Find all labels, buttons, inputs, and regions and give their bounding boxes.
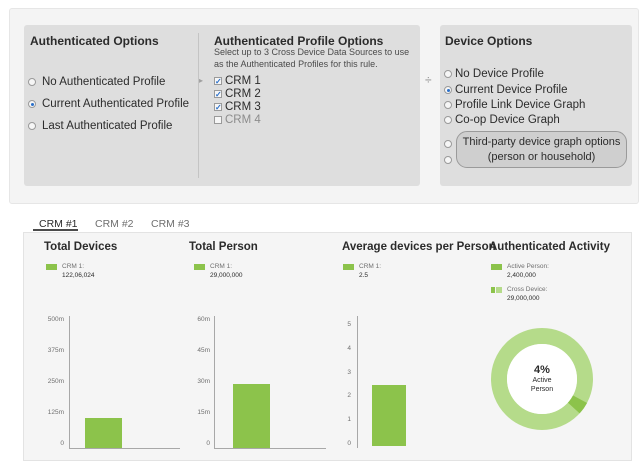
device-option-label: Co-op Device Graph <box>455 114 560 126</box>
auth-option-label: Current Authenticated Profile <box>42 98 190 110</box>
donut-center-label: 4% Active Person <box>516 364 568 394</box>
profile-option-crm1[interactable]: ✓ CRM 1 <box>214 75 274 88</box>
legend-value: 29,000,000 <box>210 272 243 279</box>
tab-crm2[interactable]: CRM #2 <box>95 218 134 230</box>
legend-label: CRM 1: <box>62 263 85 270</box>
chart-title-total-person: Total Person <box>189 241 258 253</box>
device-option-coop[interactable]: Co-op Device Graph <box>444 114 624 128</box>
donut-center-value: 4% <box>534 364 550 376</box>
radio-icon[interactable] <box>444 156 452 164</box>
profile-option-crm2[interactable]: ✓ CRM 2 <box>214 88 274 101</box>
y-tick-label: 45m <box>197 347 210 354</box>
legend-value: 2.5 <box>359 272 369 279</box>
arrow-right-icon: ▸ <box>199 76 204 85</box>
y-tick-label: 1 <box>347 416 351 424</box>
checkbox-checked-icon[interactable]: ✓ <box>214 77 222 86</box>
third-party-line2: (person or household) <box>487 151 596 163</box>
checkbox-checked-icon[interactable]: ✓ <box>214 103 222 112</box>
y-axis <box>214 316 215 448</box>
tab-crm3[interactable]: CRM #3 <box>151 218 190 230</box>
y-tick-label: 500m <box>47 316 64 323</box>
profile-option-label: CRM 4 <box>225 114 261 126</box>
checkbox-icon[interactable] <box>214 116 222 124</box>
y-tick-label: 0 <box>206 440 210 447</box>
y-tick-label: 15m <box>197 409 210 416</box>
legend-value: 2,400,000 <box>507 272 536 279</box>
y-tick-label: 0 <box>60 440 64 447</box>
chart-title-authenticated-activity: Authenticated Activity <box>489 241 610 253</box>
divide-icon: ÷ <box>425 73 432 87</box>
auth-option-last-profile[interactable]: Last Authenticated Profile <box>28 120 218 134</box>
legend-swatch <box>46 264 57 270</box>
y-tick-label: 375m <box>47 347 64 354</box>
device-option-profile-link[interactable]: Profile Link Device Graph <box>444 99 624 113</box>
y-axis <box>69 316 70 448</box>
active-tab-indicator <box>33 229 78 231</box>
device-option-current-profile[interactable]: Current Device Profile <box>444 84 624 98</box>
radio-icon[interactable] <box>28 78 36 86</box>
legend-label: CRM 1: <box>359 263 382 270</box>
y-tick-label: 2 <box>347 392 351 400</box>
chart-title-total-devices: Total Devices <box>44 241 118 253</box>
legend-label: Cross Device: <box>507 286 548 293</box>
radio-icon[interactable] <box>28 122 36 130</box>
y-tick-label: 250m <box>47 378 64 385</box>
legend-value: 29,000,000 <box>507 295 540 302</box>
device-options-title: Device Options <box>445 34 533 48</box>
radio-selected-icon[interactable] <box>444 86 452 94</box>
legend-label: CRM 1: <box>210 263 233 270</box>
authenticated-options-title: Authenticated Options <box>30 34 159 48</box>
auth-option-current-profile[interactable]: Current Authenticated Profile <box>28 98 218 112</box>
y-tick-label: 30m <box>197 378 210 385</box>
y-tick-label: 60m <box>197 316 210 323</box>
radio-icon[interactable] <box>444 101 452 109</box>
profile-options-description: Select up to 3 Cross Device Data Sources… <box>214 47 410 69</box>
device-option-label: No Device Profile <box>455 68 544 80</box>
donut-center-label-line2: Person <box>530 386 554 393</box>
device-option-label: Current Device Profile <box>455 84 568 96</box>
third-party-line1: Third-party device graph options <box>462 136 621 148</box>
radio-icon[interactable] <box>444 70 452 78</box>
legend-swatch-active-person <box>491 264 502 270</box>
x-axis <box>214 448 326 449</box>
device-option-label: Profile Link Device Graph <box>455 99 586 111</box>
profile-option-label: CRM 2 <box>225 88 261 100</box>
legend-label: Active Person: <box>507 263 549 270</box>
legend-swatch <box>343 264 354 270</box>
profile-option-label: CRM 3 <box>225 101 261 113</box>
auth-option-no-profile[interactable]: No Authenticated Profile <box>28 76 218 90</box>
profile-option-crm3[interactable]: ✓ CRM 3 <box>214 101 274 114</box>
y-tick-label: 3 <box>347 368 351 376</box>
bar-crm1-total-devices <box>85 417 122 448</box>
auth-option-label: No Authenticated Profile <box>42 76 166 88</box>
x-axis <box>69 448 180 449</box>
radio-icon[interactable] <box>444 116 452 124</box>
radio-icon[interactable] <box>444 140 452 148</box>
y-tick-label: 0 <box>347 440 351 447</box>
device-option-no-profile[interactable]: No Device Profile <box>444 68 624 82</box>
legend-swatch <box>194 264 205 270</box>
profile-option-label: CRM 1 <box>225 75 261 87</box>
radio-selected-icon[interactable] <box>28 100 36 108</box>
chart-title-avg-devices: Average devices per Person <box>342 241 496 253</box>
y-tick-label: 125m <box>47 409 64 416</box>
auth-option-label: Last Authenticated Profile <box>42 120 173 132</box>
profile-option-crm4[interactable]: CRM 4 <box>214 114 274 127</box>
y-tick-label: 5 <box>347 321 351 328</box>
y-tick-label: 4 <box>347 344 351 352</box>
bar-crm1-avg-devices <box>372 384 406 446</box>
legend-swatch-cross-device <box>491 287 502 293</box>
bar-crm1-total-person <box>233 384 270 448</box>
third-party-graph-options-button[interactable]: Third-party device graph options (person… <box>456 131 627 168</box>
checkbox-checked-icon[interactable]: ✓ <box>214 90 222 99</box>
donut-center-label-line1: Active <box>532 377 552 384</box>
donut-slice-active-person <box>567 395 588 414</box>
legend-value: 122,06,024 <box>62 272 95 279</box>
y-axis <box>357 316 358 448</box>
